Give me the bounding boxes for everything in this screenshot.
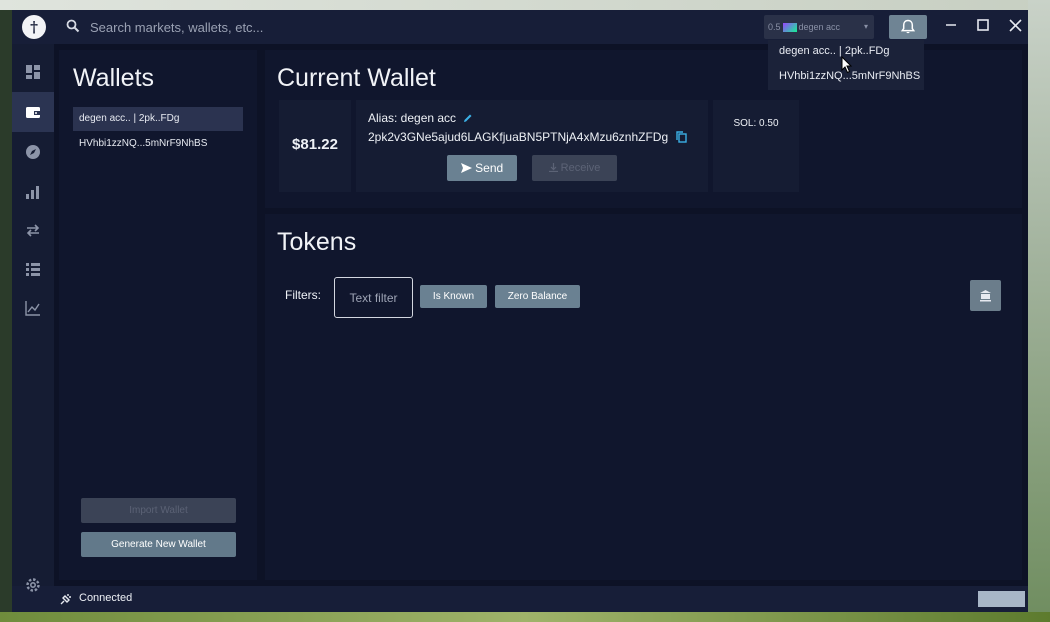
- close-icon: [1008, 19, 1022, 32]
- nav-analytics[interactable]: [12, 288, 54, 328]
- line-chart-icon: [25, 301, 40, 316]
- nav-wallet[interactable]: [12, 92, 54, 132]
- send-arrow-icon: [460, 163, 472, 173]
- close-button[interactable]: [1002, 14, 1028, 40]
- wallet-selector[interactable]: 0.5 degen acc ▾: [764, 15, 874, 39]
- dropdown-item-degen[interactable]: degen acc.. | 2pk..FDg: [779, 45, 889, 57]
- tokens-panel: Tokens Filters: Is Known Zero Balance: [265, 214, 1022, 580]
- app-logo-icon[interactable]: †: [22, 15, 46, 39]
- status-indicator: [978, 591, 1025, 607]
- receive-button[interactable]: Receive: [532, 155, 617, 181]
- tokens-action-button[interactable]: [970, 280, 1001, 311]
- gear-icon[interactable]: [24, 576, 42, 594]
- mouse-cursor-icon: [841, 56, 853, 74]
- tokens-title: Tokens: [277, 228, 357, 256]
- address-row: 2pk2v3GNe5ajud6LAGKfjuaBN5PTNjA4xMzu6znh…: [368, 130, 687, 144]
- wallet-list-item[interactable]: HVhbi1zzNQ...5mNrF9NhBS: [73, 132, 243, 156]
- send-label: Send: [475, 161, 504, 175]
- desktop-bottom-edge: [0, 612, 1050, 622]
- wallet-selector-label: degen acc: [798, 22, 841, 32]
- alias-label: Alias: degen acc: [368, 111, 457, 125]
- nav-dashboard[interactable]: [12, 52, 54, 92]
- notifications-button[interactable]: [889, 15, 927, 39]
- sol-balance-card: SOL: 0.50: [713, 100, 799, 192]
- dashboard-icon: [26, 65, 40, 79]
- app-window: † 0.5 degen acc ▾ degen acc.. | 2pk..FDg: [12, 10, 1028, 612]
- list-icon: [26, 263, 40, 276]
- nav-list[interactable]: [12, 249, 54, 289]
- nav-explore[interactable]: [12, 132, 54, 172]
- receive-label: Receive: [560, 162, 601, 174]
- alias-row: Alias: degen acc: [368, 111, 473, 125]
- minimize-icon: [946, 24, 956, 26]
- wallet-icon: [26, 107, 40, 118]
- connection-status: Connected: [79, 592, 133, 604]
- solana-logo-icon: [782, 23, 797, 33]
- filter-zero-balance[interactable]: Zero Balance: [495, 285, 580, 308]
- minimize-button[interactable]: [938, 14, 964, 40]
- copy-icon[interactable]: [675, 131, 687, 143]
- maximize-button[interactable]: [970, 14, 996, 40]
- bar-chart-icon: [26, 186, 39, 199]
- current-wallet-title: Current Wallet: [277, 64, 436, 92]
- edit-pencil-icon[interactable]: [463, 113, 473, 123]
- wallets-panel: Wallets degen acc.. | 2pk..FDg HVhbi1zzN…: [59, 50, 257, 580]
- bell-icon: [900, 19, 916, 34]
- title-bar: † 0.5 degen acc ▾: [12, 10, 1028, 44]
- send-button[interactable]: Send: [447, 155, 517, 181]
- explore-icon: [26, 145, 40, 159]
- wallet-address: 2pk2v3GNe5ajud6LAGKfjuaBN5PTNjA4xMzu6znh…: [368, 130, 669, 144]
- bank-icon: [980, 290, 991, 302]
- sol-balance: SOL: 0.50: [733, 118, 779, 129]
- wallet-selector-prefix: 0.5: [768, 22, 781, 32]
- filter-is-known[interactable]: Is Known: [420, 285, 487, 308]
- import-wallet-button[interactable]: Import Wallet: [81, 498, 236, 523]
- text-filter-input[interactable]: [334, 277, 413, 318]
- nav-swap[interactable]: [12, 210, 54, 250]
- generate-wallet-button[interactable]: Generate New Wallet: [81, 532, 236, 557]
- desktop-right-edge: [1028, 0, 1050, 622]
- search-input[interactable]: [90, 16, 450, 38]
- connection-plug-icon: [60, 594, 71, 605]
- wallets-title: Wallets: [73, 64, 155, 92]
- wallet-list-item[interactable]: degen acc.. | 2pk..FDg: [73, 107, 243, 131]
- status-bar: Connected: [12, 578, 1028, 612]
- chevron-down-icon: ▾: [863, 22, 868, 31]
- desktop-top-edge: [0, 0, 1050, 10]
- filters-label: Filters:: [285, 288, 321, 302]
- balance-card: $81.22: [279, 100, 351, 192]
- usd-balance: $81.22: [292, 136, 338, 153]
- maximize-icon: [977, 19, 989, 31]
- swap-icon: [26, 224, 40, 237]
- download-icon: [548, 163, 558, 173]
- address-card: Alias: degen acc 2pk2v3GNe5ajud6LAGKfjua…: [356, 100, 708, 192]
- search-icon: [66, 19, 80, 33]
- sidebar-nav: [12, 44, 54, 586]
- nav-markets[interactable]: [12, 172, 54, 212]
